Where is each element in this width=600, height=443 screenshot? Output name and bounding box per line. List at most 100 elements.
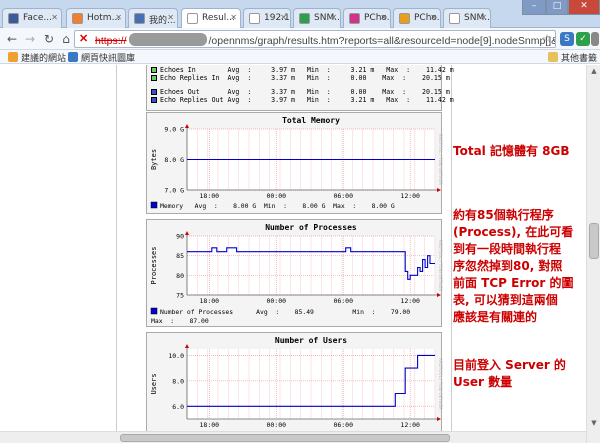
x-tick-label: 12:00 bbox=[400, 297, 420, 305]
x-axis-arrow-icon bbox=[437, 417, 441, 421]
legend-swatch bbox=[151, 67, 157, 73]
reload-button[interactable]: ↻ bbox=[41, 31, 57, 47]
legend-text: Number of Processes Avg : 85.49 Min : 79… bbox=[160, 308, 410, 316]
users-chart: Number of Users Users RRDTOOL / TOBI OETIK… bbox=[150, 336, 443, 443]
rrdtool-watermark: RRDTOOL / TOBI OETIKER bbox=[438, 240, 443, 292]
y-axis-arrow-icon bbox=[185, 124, 189, 128]
tab-1[interactable]: Hotm... ✕ bbox=[66, 8, 126, 28]
y-axis-label: Users bbox=[150, 373, 158, 394]
page-icon bbox=[187, 13, 198, 24]
y-tick-label: 8.0 bbox=[172, 377, 184, 385]
close-tab-icon[interactable]: ✕ bbox=[280, 13, 287, 22]
note-users: 目前登入 Server 的 User 數量 bbox=[453, 358, 566, 389]
home-icon: ⌂ bbox=[62, 32, 70, 46]
close-tab-icon[interactable]: ✕ bbox=[167, 13, 174, 22]
extension-green-icon[interactable]: ✓ bbox=[576, 32, 590, 46]
legend-text: Memory Avg : 8.00 G Min : 8.00 G Max : 8… bbox=[160, 202, 395, 210]
scroll-up-icon[interactable]: ▲ bbox=[589, 67, 599, 77]
y-tick-label: 8.0 G bbox=[164, 156, 184, 164]
close-window-button[interactable]: ✕ bbox=[568, 0, 600, 15]
tab-2[interactable]: 我的... ✕ bbox=[128, 8, 178, 28]
legend-row: Echo Replies Out Avg : 3.97 m Min : 3.21… bbox=[151, 96, 454, 104]
forward-arrow-icon: → bbox=[24, 32, 36, 46]
chart-title: Number of Processes bbox=[265, 223, 357, 232]
y-axis-arrow-icon bbox=[185, 231, 189, 235]
x-tick-label: 00:00 bbox=[266, 192, 286, 200]
bookmark-suggested-sites[interactable]: 建議的網站 bbox=[8, 51, 66, 64]
x-tick-label: 06:00 bbox=[333, 192, 353, 200]
tab-0[interactable]: Face... ✕ bbox=[2, 8, 62, 28]
extension-s-icon[interactable]: S bbox=[560, 32, 574, 46]
home-button[interactable]: ⌂ bbox=[58, 31, 74, 47]
processes-graph[interactable]: Number of Processes Processes RRDTOOL / TO… bbox=[146, 219, 443, 327]
x-tick-label: 18:00 bbox=[200, 192, 220, 200]
bookmark-star-icon[interactable]: ☆ bbox=[542, 32, 552, 45]
y-axis-arrow-icon bbox=[185, 344, 189, 348]
forward-button[interactable]: → bbox=[22, 31, 38, 47]
back-button[interactable]: ← bbox=[4, 31, 20, 47]
maximize-button[interactable]: □ bbox=[546, 0, 568, 15]
y-tick-label: 85 bbox=[176, 252, 184, 260]
vertical-scrollbar[interactable]: ▲ ▼ bbox=[586, 65, 600, 443]
x-tick-label: 00:00 bbox=[266, 297, 286, 305]
close-tab-icon[interactable]: ✕ bbox=[230, 13, 237, 22]
legend-swatch bbox=[150, 201, 158, 209]
x-axis-arrow-icon bbox=[437, 293, 441, 297]
y-tick-label: 75 bbox=[176, 292, 184, 300]
blog-icon bbox=[134, 13, 145, 24]
total-memory-graph[interactable]: Total Memory Bytes RRDTOOL / TOBI OETIKER 1… bbox=[146, 112, 443, 214]
address-bar[interactable]: ✕ https:// /opennms/graph/results.htm?rep… bbox=[74, 30, 556, 48]
bookmark-web-slice-gallery[interactable]: 網頁快訊圖庫 bbox=[68, 51, 135, 64]
tab-3[interactable]: Resul... ✕ bbox=[181, 8, 241, 29]
close-tab-icon[interactable]: ✕ bbox=[115, 13, 122, 22]
tab-4[interactable]: 192.1...✕ bbox=[243, 8, 291, 28]
hscroll-thumb[interactable] bbox=[120, 434, 450, 442]
y-tick-label: 6.0 bbox=[172, 403, 184, 411]
tab-label: Face... bbox=[23, 13, 52, 23]
x-tick-label: 12:00 bbox=[400, 421, 420, 429]
rrdtool-watermark: RRDTOOL / TOBI OETIKER bbox=[438, 134, 443, 186]
bookmarks-bar: 建議的網站 網頁快訊圖庫 其他書籤 bbox=[0, 50, 600, 64]
legend-row: Echoes In Avg : 3.97 m Min : 3.21 m Max … bbox=[151, 66, 454, 74]
tab-6[interactable]: PCho...✕ bbox=[343, 8, 391, 28]
url-scheme: https:// bbox=[95, 35, 127, 47]
tab-5[interactable]: SNM... ✕ bbox=[293, 8, 341, 28]
close-tab-icon[interactable]: ✕ bbox=[430, 13, 437, 22]
x-tick-label: 12:00 bbox=[400, 192, 420, 200]
close-tab-icon[interactable]: ✕ bbox=[480, 13, 487, 22]
horizontal-scrollbar[interactable] bbox=[0, 431, 586, 443]
legend-row: Echo Replies In Avg : 3.37 m Min : 0.00 … bbox=[151, 74, 450, 82]
page-icon bbox=[449, 13, 460, 24]
legend-swatch bbox=[151, 75, 157, 81]
snmp-icon bbox=[299, 13, 310, 24]
bookmark-icon bbox=[8, 52, 18, 62]
close-tab-icon[interactable]: ✕ bbox=[330, 13, 337, 22]
hotmail-icon bbox=[72, 13, 83, 24]
close-tab-icon[interactable]: ✕ bbox=[380, 13, 387, 22]
legend-swatch bbox=[150, 307, 158, 315]
pchome-icon bbox=[349, 13, 360, 24]
users-graph[interactable]: Number of Users Users RRDTOOL / TOBI OETIK… bbox=[146, 332, 443, 443]
x-tick-label: 00:00 bbox=[266, 421, 286, 429]
legend-text-max: Max : 87.00 bbox=[151, 317, 209, 325]
legend-swatch bbox=[151, 89, 157, 95]
note-processes: 約有85個執行程序 (Process), 在此可看 到有一段時間執行程 序忽然掉到80… bbox=[453, 208, 574, 324]
back-arrow-icon: ← bbox=[6, 32, 18, 46]
scroll-down-icon[interactable]: ▼ bbox=[589, 419, 599, 429]
y-tick-label: 90 bbox=[176, 233, 184, 241]
tab-8[interactable]: SNM... ✕ bbox=[443, 8, 491, 28]
x-tick-label: 18:00 bbox=[200, 297, 220, 305]
close-tab-icon[interactable]: ✕ bbox=[51, 13, 58, 22]
echo-graph-legend: Echoes In Avg : 3.97 m Min : 3.21 m Max … bbox=[146, 65, 454, 111]
scroll-thumb[interactable] bbox=[589, 223, 599, 259]
x-tick-label: 06:00 bbox=[333, 297, 353, 305]
wrench-menu-icon[interactable] bbox=[591, 32, 599, 46]
tab-7[interactable]: PCho...✕ bbox=[393, 8, 441, 28]
browser-toolbar: ← → ↻ ⌂ ✕ https:// /opennms/graph/results… bbox=[0, 28, 600, 50]
note-memory: Total 記憶體有 8GB bbox=[453, 144, 570, 158]
minimize-button[interactable]: – bbox=[522, 0, 546, 15]
chart-title: Total Memory bbox=[282, 116, 340, 125]
reload-icon: ↻ bbox=[43, 32, 55, 46]
other-bookmarks[interactable]: 其他書籤 bbox=[548, 51, 597, 64]
chart-title: Number of Users bbox=[275, 336, 347, 345]
